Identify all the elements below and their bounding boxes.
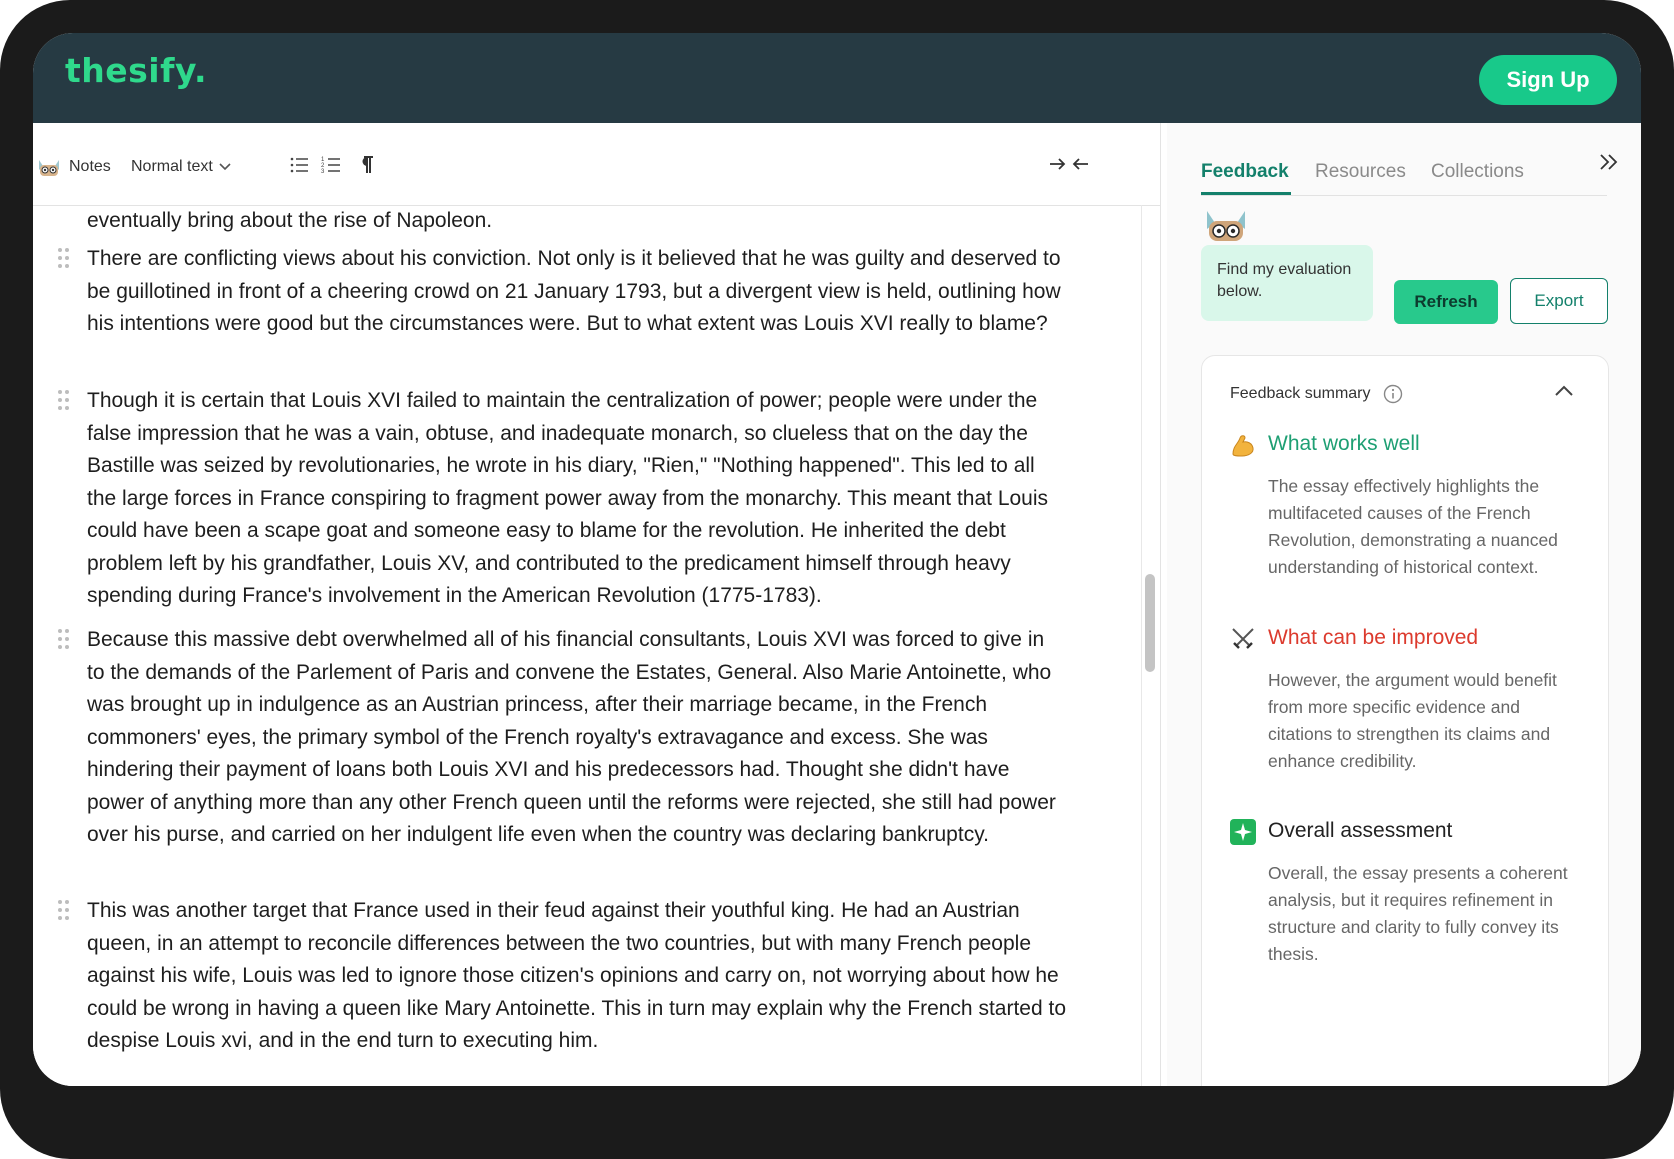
export-button[interactable]: Export <box>1510 278 1608 324</box>
feedback-summary-header[interactable]: Feedback summary <box>1230 384 1403 404</box>
drag-handle-icon[interactable] <box>57 899 71 921</box>
svg-text:3: 3 <box>321 169 325 175</box>
numbered-list-icon[interactable]: 1 2 3 <box>321 154 343 176</box>
paragraph[interactable]: Though it is certain that Louis XVI fail… <box>58 385 1067 613</box>
overall-assessment-title: Overall assessment <box>1268 819 1453 842</box>
works-well-title: What works well <box>1268 432 1420 455</box>
panel-divider <box>1160 123 1161 1086</box>
notes-mascot-icon[interactable] <box>36 156 62 178</box>
document-content[interactable]: eventually bring about the rise of Napol… <box>33 205 1138 1086</box>
tab-feedback[interactable]: Feedback <box>1201 161 1289 183</box>
tab-collections[interactable]: Collections <box>1431 161 1524 183</box>
feedback-summary-card: Feedback summary What works well The ess… <box>1201 355 1609 1086</box>
scrollbar-thumb[interactable] <box>1145 574 1155 672</box>
chevron-down-icon <box>219 163 231 171</box>
text-style-select[interactable]: Normal text <box>131 158 231 176</box>
paragraph[interactable]: This was another target that France used… <box>58 895 1067 1058</box>
paragraph-text: Though it is certain that Louis XVI fail… <box>87 389 1049 607</box>
paragraph-fragment: eventually bring about the rise of Napol… <box>87 209 493 232</box>
works-well-body: The essay effectively highlights the mul… <box>1268 476 1558 577</box>
sign-up-button[interactable]: Sign Up <box>1479 55 1617 105</box>
paragraph-icon[interactable] <box>355 154 377 176</box>
can-be-improved-body: However, the argument would benefit from… <box>1268 670 1557 771</box>
feedback-panel: Feedback Resources Collections Find my e… <box>1167 123 1641 1086</box>
device-frame: thesify. Sign Up Notes Normal text 1 2 3… <box>0 0 1674 1159</box>
active-tab-indicator <box>1201 192 1291 195</box>
collapse-icon[interactable] <box>1048 153 1090 175</box>
paragraph-text: Because this massive debt overwhelmed al… <box>87 628 1056 846</box>
refresh-button[interactable]: Refresh <box>1394 280 1498 324</box>
drag-handle-icon[interactable] <box>57 628 71 650</box>
text-style-value: Normal text <box>131 158 213 175</box>
chevron-up-icon[interactable] <box>1554 384 1574 398</box>
editor-toolbar: Notes Normal text 1 2 3 <box>33 123 1160 206</box>
crossed-swords-icon <box>1232 628 1254 649</box>
editor: Notes Normal text 1 2 3 eventually bring… <box>33 123 1160 1086</box>
sparkle-icon <box>1230 819 1256 845</box>
info-icon[interactable] <box>1383 384 1403 404</box>
mascot-icon <box>1207 211 1245 241</box>
paragraph[interactable]: Because this massive debt overwhelmed al… <box>58 624 1067 852</box>
overall-assessment-body: Overall, the essay presents a coherent a… <box>1268 863 1568 964</box>
paragraph-text: There are conflicting views about his co… <box>87 247 1061 335</box>
drag-handle-icon[interactable] <box>57 389 71 411</box>
mascot-speech-bubble: Find my evaluation below. <box>1201 245 1373 321</box>
tab-resources[interactable]: Resources <box>1315 161 1406 183</box>
app-screen: thesify. Sign Up Notes Normal text 1 2 3… <box>33 33 1641 1086</box>
panel-tabs: Feedback Resources Collections <box>1201 151 1607 196</box>
logo[interactable]: thesify. <box>65 51 207 90</box>
bullet-list-icon[interactable] <box>289 154 311 176</box>
paragraph-text: This was another target that France used… <box>87 899 1066 1052</box>
paragraph[interactable]: There are conflicting views about his co… <box>58 243 1067 341</box>
feedback-summary-title: Feedback summary <box>1230 385 1371 402</box>
notes-label[interactable]: Notes <box>69 158 111 176</box>
can-be-improved-title: What can be improved <box>1268 626 1479 649</box>
expand-panel-icon[interactable] <box>1597 151 1621 173</box>
flexed-biceps-icon <box>1232 435 1254 457</box>
top-bar: thesify. Sign Up <box>33 33 1641 123</box>
scroll-track <box>1141 205 1142 1086</box>
drag-handle-icon[interactable] <box>57 247 71 269</box>
